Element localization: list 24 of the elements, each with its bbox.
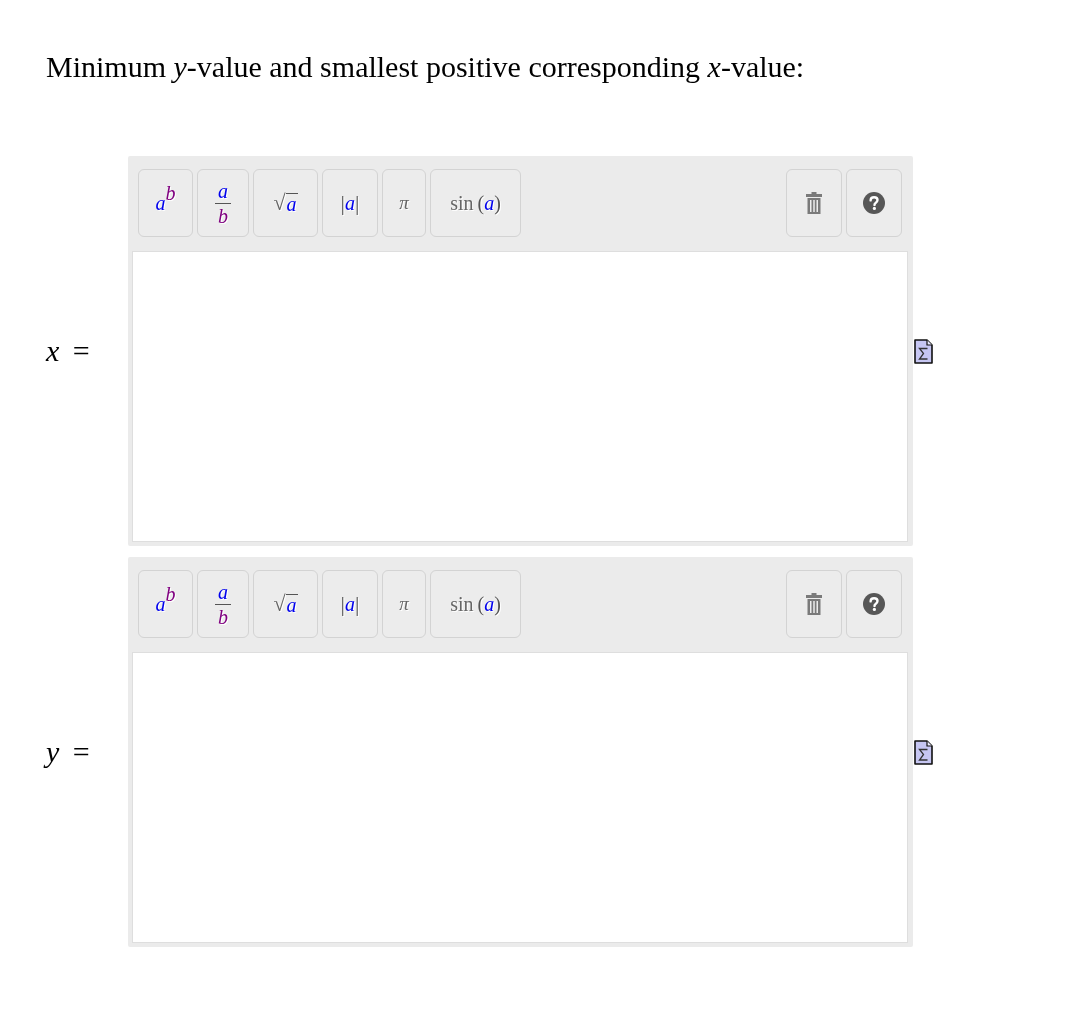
sine-button[interactable]: sin (a) bbox=[430, 570, 521, 638]
power-button[interactable]: ab bbox=[138, 169, 193, 237]
equation-editor-icon[interactable] bbox=[914, 338, 933, 364]
square-root-button[interactable]: √a bbox=[253, 169, 318, 237]
pi-button[interactable]: π bbox=[382, 169, 426, 237]
question-prompt: Minimum y-value and smallest positive corresponding x-value: bbox=[46, 50, 805, 84]
trash-icon bbox=[806, 593, 822, 615]
variable-label: x = bbox=[46, 334, 91, 368]
absolute-value-button[interactable]: |a| bbox=[322, 169, 378, 237]
delete-button[interactable] bbox=[786, 169, 842, 237]
equation-editor-icon[interactable] bbox=[914, 739, 933, 765]
fraction-button[interactable]: a b bbox=[197, 570, 249, 638]
help-button[interactable] bbox=[846, 570, 902, 638]
pi-button[interactable]: π bbox=[382, 570, 426, 638]
trash-icon bbox=[806, 192, 822, 214]
power-button[interactable]: ab bbox=[138, 570, 193, 638]
square-root-button[interactable]: √a bbox=[253, 570, 318, 638]
absolute-value-button[interactable]: |a| bbox=[322, 570, 378, 638]
help-icon bbox=[863, 593, 885, 615]
sine-button[interactable]: sin (a) bbox=[430, 169, 521, 237]
help-button[interactable] bbox=[846, 169, 902, 237]
delete-button[interactable] bbox=[786, 570, 842, 638]
fraction-button[interactable]: a b bbox=[197, 169, 249, 237]
help-icon bbox=[863, 192, 885, 214]
